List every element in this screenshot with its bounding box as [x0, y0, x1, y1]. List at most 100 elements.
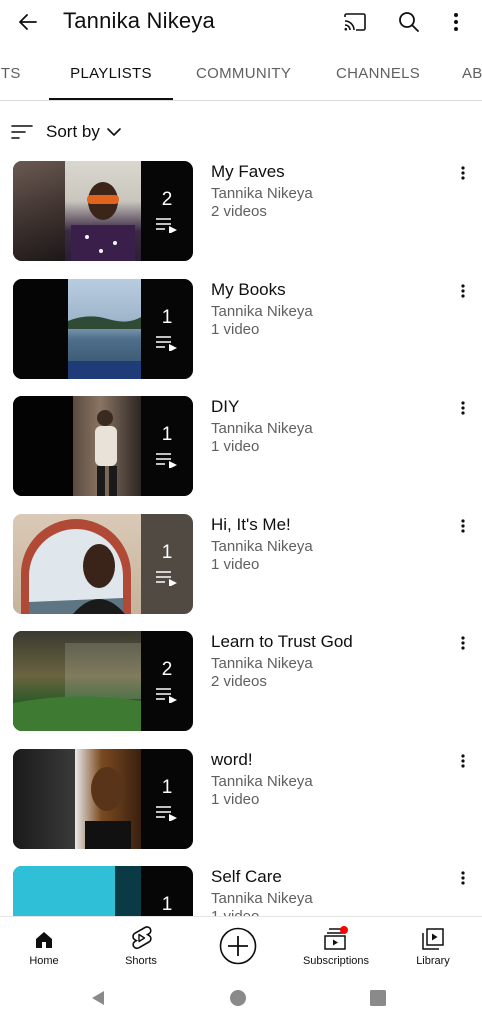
more-vertical-icon: [454, 13, 458, 31]
system-back-button[interactable]: [86, 986, 110, 1010]
search-button[interactable]: [393, 6, 425, 38]
playlist-video-count: 1 video: [211, 556, 260, 573]
playlist-video-count: 1 video: [211, 908, 431, 916]
playlist-title: Hi, It's Me!: [211, 515, 291, 534]
sort-icon: [11, 125, 33, 139]
thumbnail-image: [68, 279, 141, 379]
more-options-button[interactable]: [440, 6, 472, 38]
thumbnail-image: [65, 161, 141, 261]
triangle-back-icon: [92, 991, 104, 1005]
nav-subscriptions[interactable]: Subscriptions: [288, 917, 384, 973]
playlist-video-count: 2 videos: [211, 203, 267, 220]
playlist-video-count-badge: 1: [161, 894, 173, 915]
playlist-channel: Tannika Nikeya: [211, 655, 313, 672]
playlist-icon: [156, 571, 177, 586]
playlist-channel: Tannika Nikeya: [211, 303, 313, 320]
nav-home[interactable]: Home: [0, 917, 92, 973]
list-item: 1 My Books Tannika Nikeya 1 video: [0, 279, 482, 379]
playlist-more-button[interactable]: [452, 631, 474, 655]
list-item: 2 My Faves Tannika Nikeya 2 videos: [0, 161, 482, 261]
thumbnail-image: [75, 749, 141, 849]
playlist-info[interactable]: Learn to Trust God Tannika Nikeya 2 vide…: [211, 631, 431, 691]
playlist-more-button[interactable]: [452, 161, 474, 185]
playlist-title: word!: [211, 750, 253, 769]
playlist-thumbnail[interactable]: 2: [13, 161, 193, 261]
thumbnail-image: [13, 514, 141, 614]
playlist-icon: [156, 806, 177, 821]
playlist-more-button[interactable]: [452, 866, 474, 890]
playlist-video-count: 1 video: [211, 791, 260, 808]
cast-button[interactable]: [339, 6, 371, 38]
sort-by-button[interactable]: Sort by: [10, 117, 122, 147]
playlist-channel: Tannika Nikeya: [211, 538, 313, 555]
playlist-video-count-badge: 2: [161, 659, 173, 680]
playlist-more-button[interactable]: [452, 396, 474, 420]
list-item: 2 Learn to Trust God Tannika Nikeya 2 vi…: [0, 631, 482, 731]
bottom-navigation: Home Shorts Subscriptions Library: [0, 916, 482, 972]
playlist-count-overlay: 1: [141, 396, 193, 496]
playlist-info[interactable]: Hi, It's Me! Tannika Nikeya 1 video: [211, 514, 431, 574]
playlist-thumbnail[interactable]: 1: [13, 866, 193, 916]
square-recents-icon: [370, 990, 386, 1006]
playlist-more-button[interactable]: [452, 514, 474, 538]
system-navigation-bar: [0, 972, 482, 1024]
playlist-more-button[interactable]: [452, 279, 474, 303]
system-recents-button[interactable]: [366, 986, 390, 1010]
playlist-count-overlay: 2: [141, 161, 193, 261]
thumbnail-image: [73, 396, 141, 496]
tab-channels[interactable]: CHANNELS: [336, 52, 420, 100]
tab-playlists[interactable]: PLAYLISTS: [49, 52, 173, 100]
playlist-video-count: 1 video: [211, 438, 260, 455]
playlist-icon: [156, 218, 177, 233]
notification-dot: [340, 926, 348, 934]
more-vertical-icon: [461, 401, 465, 415]
playlist-thumbnail[interactable]: 1: [13, 279, 193, 379]
playlist-thumbnail[interactable]: 1: [13, 514, 193, 614]
library-icon: [422, 928, 444, 950]
nav-library-label: Library: [416, 955, 450, 967]
playlist-title: Self Care: [211, 867, 282, 886]
thumbnail-image: [13, 866, 115, 916]
playlist-info[interactable]: DIY Tannika Nikeya 1 video: [211, 396, 431, 456]
tab-about[interactable]: AB: [462, 52, 482, 100]
nav-shorts[interactable]: Shorts: [93, 917, 189, 973]
create-button[interactable]: [190, 917, 286, 973]
playlist-channel: Tannika Nikeya: [211, 420, 313, 437]
playlist-thumbnail[interactable]: 1: [13, 749, 193, 849]
playlist-info[interactable]: My Faves Tannika Nikeya 2 videos: [211, 161, 431, 221]
back-button[interactable]: [12, 6, 44, 38]
thumbnail-image: [13, 396, 73, 496]
system-home-button[interactable]: [226, 986, 250, 1010]
playlist-video-count-badge: 1: [161, 307, 173, 328]
playlist-title: My Books: [211, 280, 286, 299]
nav-subscriptions-label: Subscriptions: [302, 955, 370, 967]
list-item: 1 Hi, It's Me! Tannika Nikeya 1 video: [0, 514, 482, 614]
app-header: Tannika Nikeya: [0, 0, 482, 44]
playlist-thumbnail[interactable]: 1: [13, 396, 193, 496]
thumbnail-image: [115, 866, 141, 916]
tab-community[interactable]: COMMUNITY: [196, 52, 291, 100]
more-vertical-icon: [461, 519, 465, 533]
playlist-more-button[interactable]: [452, 749, 474, 773]
playlist-info[interactable]: My Books Tannika Nikeya 1 video: [211, 279, 431, 339]
playlist-channel: Tannika Nikeya: [211, 773, 313, 790]
list-item: 1 word! Tannika Nikeya 1 video: [0, 749, 482, 849]
search-icon: [399, 12, 419, 32]
playlist-video-count-badge: 1: [161, 424, 173, 445]
thumbnail-image: [13, 749, 75, 849]
more-vertical-icon: [461, 166, 465, 180]
thumbnail-image: [13, 631, 141, 731]
playlist-channel: Tannika Nikeya: [211, 185, 313, 202]
shorts-icon: [132, 926, 152, 950]
subscriptions-icon: [324, 926, 348, 950]
playlist-list: 2 My Faves Tannika Nikeya 2 videos 1 My …: [0, 161, 482, 916]
tab-shorts[interactable]: RTS: [0, 52, 21, 100]
playlist-count-overlay: 1: [141, 749, 193, 849]
more-vertical-icon: [461, 754, 465, 768]
playlist-info[interactable]: Self Care Tannika Nikeya 1 video: [211, 866, 431, 916]
channel-title: Tannika Nikeya: [63, 8, 215, 33]
playlist-thumbnail[interactable]: 2: [13, 631, 193, 731]
list-item: 1 Self Care Tannika Nikeya 1 video: [0, 866, 482, 916]
playlist-info[interactable]: word! Tannika Nikeya 1 video: [211, 749, 431, 809]
nav-library[interactable]: Library: [385, 917, 481, 973]
